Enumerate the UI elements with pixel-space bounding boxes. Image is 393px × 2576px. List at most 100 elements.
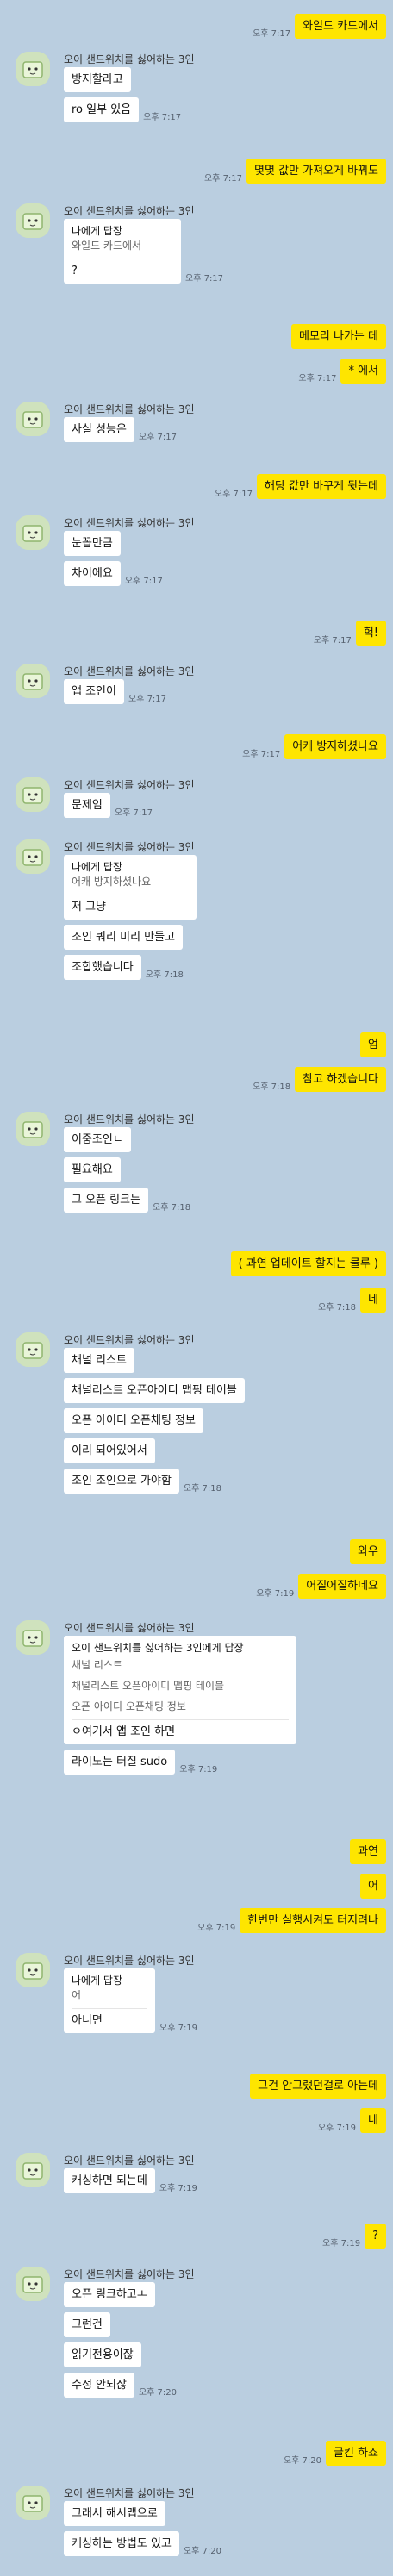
message-bubble[interactable]: 엄 [360, 1032, 386, 1057]
my-message: 오후 7:17 와일드 카드에서 [253, 14, 386, 39]
message-bubble[interactable]: 이중조인ㄴ [64, 1127, 131, 1152]
reply-bubble[interactable]: 나에게 답장 와일드 카드에서 ? [64, 219, 181, 284]
message-bubble[interactable]: 그 오픈 링크는 [64, 1188, 149, 1213]
message-bubble[interactable]: 네 [360, 2108, 386, 2133]
message-bubble[interactable]: 과연 [350, 1839, 386, 1864]
reply-header: 나에게 답장 [72, 861, 123, 873]
avatar[interactable] [16, 203, 50, 238]
message-bubble[interactable]: 참고 하겠습니다 [295, 1067, 386, 1092]
sender-name: 오이 샌드위치를 싫어하는 3인 [64, 403, 195, 415]
reply-bubble[interactable]: 오이 샌드위치를 싫어하는 3인에게 답장 채널 리스트 채널리스트 오픈아이디… [64, 1636, 296, 1744]
message-bubble[interactable]: 수정 안되잖 [64, 2373, 134, 2398]
sender-name: 오이 샌드위치를 싫어하는 3인 [64, 1955, 195, 1967]
message-time: 오후 7:17 [143, 113, 182, 122]
my-message: 오후 7:17 어캐 방지하셨나요 [242, 734, 386, 759]
other-message-group: 오이 샌드위치를 싫어하는 3인 오픈 링크하고ㅗ 그런건 읽기전용이잖 수정 … [16, 2267, 360, 2430]
my-message: 어 [360, 1874, 386, 1899]
message-time: 오후 7:17 [128, 695, 167, 704]
avatar[interactable] [16, 1620, 50, 1655]
message-bubble[interactable]: 방지할라고 [64, 67, 131, 92]
other-message-group: 오이 샌드위치를 싫어하는 3인 눈꼽만큼 차이에요 오후 7:17 [16, 515, 360, 610]
message-time: 오후 7:19 [179, 1765, 218, 1775]
message-bubble[interactable]: 메모리 나가는 데 [291, 324, 386, 349]
avatar[interactable] [16, 52, 50, 86]
avatar[interactable] [16, 1953, 50, 1987]
message-bubble[interactable]: 어질어질하네요 [298, 1574, 386, 1599]
reply-quote: 채널리스트 오픈아이디 맵핑 테이블 [72, 1680, 225, 1692]
reply-body: ㅇ여기서 앱 조인 하면 [72, 1725, 176, 1738]
avatar[interactable] [16, 1332, 50, 1367]
message-bubble[interactable]: 몇몇 값만 가져오게 바꿔도 [246, 159, 386, 184]
message-bubble[interactable]: 필요해요 [64, 1157, 121, 1182]
other-message-group: 오이 샌드위치를 싫어하는 3인 채널 리스트 채널리스트 오픈아이디 맵핑 테… [16, 1332, 377, 1531]
message-bubble[interactable]: 네 [360, 1288, 386, 1313]
message-time: 오후 7:17 [214, 490, 253, 499]
message-bubble[interactable]: 사실 성능은 [64, 417, 134, 442]
other-message-group: 오이 샌드위치를 싫어하는 3인 그래서 해시맵으로 캐싱하는 방법도 있고 오후… [16, 2486, 360, 2576]
message-bubble[interactable]: 어캐 방지하셨나요 [284, 734, 386, 759]
avatar[interactable] [16, 2486, 50, 2520]
message-bubble[interactable]: 조합했습니다 [64, 955, 141, 980]
message-bubble[interactable]: ? [365, 2224, 386, 2249]
avatar[interactable] [16, 2153, 50, 2187]
message-time: 오후 7:17 [124, 577, 163, 586]
reply-body: ? [72, 265, 78, 278]
message-time: 오후 7:18 [317, 1303, 357, 1313]
message-bubble[interactable]: ( 과연 업데이트 할지는 물루 ) [230, 1251, 386, 1276]
reply-quote: 어 [72, 1989, 82, 2001]
message-time: 오후 7:18 [153, 1203, 191, 1213]
message-bubble[interactable]: 캐싱하면 되는데 [64, 2168, 155, 2193]
message-time: 오후 7:17 [242, 750, 281, 759]
message-bubble[interactable]: * 에서 [340, 359, 386, 384]
message-bubble[interactable]: 채널 리스트 [64, 1348, 134, 1373]
avatar[interactable] [16, 402, 50, 436]
message-bubble[interactable]: 이리 되어있어서 [64, 1438, 155, 1463]
message-bubble[interactable]: 문제임 [64, 793, 110, 818]
message-bubble[interactable]: 오픈 링크하고ㅗ [64, 2282, 155, 2307]
message-bubble[interactable]: 헉! [355, 621, 386, 646]
my-message: 오후 7:17 해당 값만 바꾸게 뒷는데 [215, 474, 386, 499]
reply-bubble[interactable]: 나에게 답장 어 아니면 [64, 1968, 155, 2033]
sender-name: 오이 샌드위치를 싫어하는 3인 [64, 665, 195, 677]
message-bubble[interactable]: 읽기전용이잖 [64, 2342, 141, 2367]
sender-name: 오이 샌드위치를 싫어하는 3인 [64, 517, 195, 529]
message-bubble[interactable]: 조인 쿼리 미리 만들고 [64, 925, 184, 950]
message-bubble[interactable]: 캐싱하는 방법도 있고 [64, 2531, 179, 2556]
reply-body: 아니면 [72, 2014, 103, 2027]
reply-header: 오이 샌드위치를 싫어하는 3인에게 답장 [72, 1642, 244, 1654]
avatar[interactable] [16, 2267, 50, 2301]
message-time: 오후 7:19 [159, 2184, 197, 2193]
message-time: 오후 7:19 [317, 2124, 357, 2133]
message-bubble[interactable]: 해당 값만 바꾸게 뒷는데 [257, 474, 386, 499]
message-bubble[interactable]: 눈꼽만큼 [64, 531, 121, 556]
message-bubble[interactable]: 그건 안그랬던걸로 아는데 [250, 2074, 386, 2099]
message-bubble[interactable]: 와우 [350, 1539, 386, 1564]
message-bubble[interactable]: 조인 조인으로 가야함 [64, 1469, 179, 1494]
message-bubble[interactable]: 채널리스트 오픈아이디 맵핑 테이블 [64, 1378, 245, 1403]
my-message: 오후 7:18 참고 하겠습니다 [253, 1067, 386, 1092]
message-bubble[interactable]: 앱 조인이 [64, 679, 124, 704]
message-bubble[interactable]: 한번만 실행시켜도 터지려나 [240, 1908, 386, 1933]
message-bubble[interactable]: 어 [360, 1874, 386, 1899]
avatar[interactable] [16, 777, 50, 812]
message-time: 오후 7:17 [313, 636, 352, 646]
message-time: 오후 7:17 [138, 433, 177, 442]
my-message: 오후 7:18 네 [318, 1288, 386, 1313]
other-message-group: 오이 샌드위치를 싫어하는 3인 문제임 오후 7:17 [16, 777, 360, 838]
my-message: 오후 7:20 글킨 하죠 [284, 2441, 386, 2466]
other-message-group: 오이 샌드위치를 싫어하는 3인 오이 샌드위치를 싫어하는 3인에게 답장 채… [16, 1620, 377, 1827]
reply-bubble[interactable]: 나에게 답장 어캐 방지하셨나요 저 그냥 [64, 855, 196, 920]
message-bubble[interactable]: 글킨 하죠 [326, 2441, 386, 2466]
message-bubble[interactable]: 차이에요 [64, 561, 121, 586]
message-bubble[interactable]: 그런건 [64, 2312, 110, 2337]
message-bubble[interactable]: 오픈 아이디 오픈채팅 정보 [64, 1408, 203, 1433]
message-bubble[interactable]: 와일드 카드에서 [295, 14, 386, 39]
message-bubble[interactable]: ro 일부 있음 [64, 97, 140, 122]
avatar[interactable] [16, 515, 50, 550]
avatar[interactable] [16, 664, 50, 698]
avatar[interactable] [16, 839, 50, 874]
message-bubble[interactable]: 라이노는 터질 sudo [64, 1750, 176, 1775]
message-bubble[interactable]: 그래서 해시맵으로 [64, 2501, 165, 2526]
other-message-group: 오이 샌드위치를 싫어하는 3인 나에게 답장 어캐 방지하셨나요 저 그냥 조… [16, 839, 360, 1029]
avatar[interactable] [16, 1112, 50, 1146]
